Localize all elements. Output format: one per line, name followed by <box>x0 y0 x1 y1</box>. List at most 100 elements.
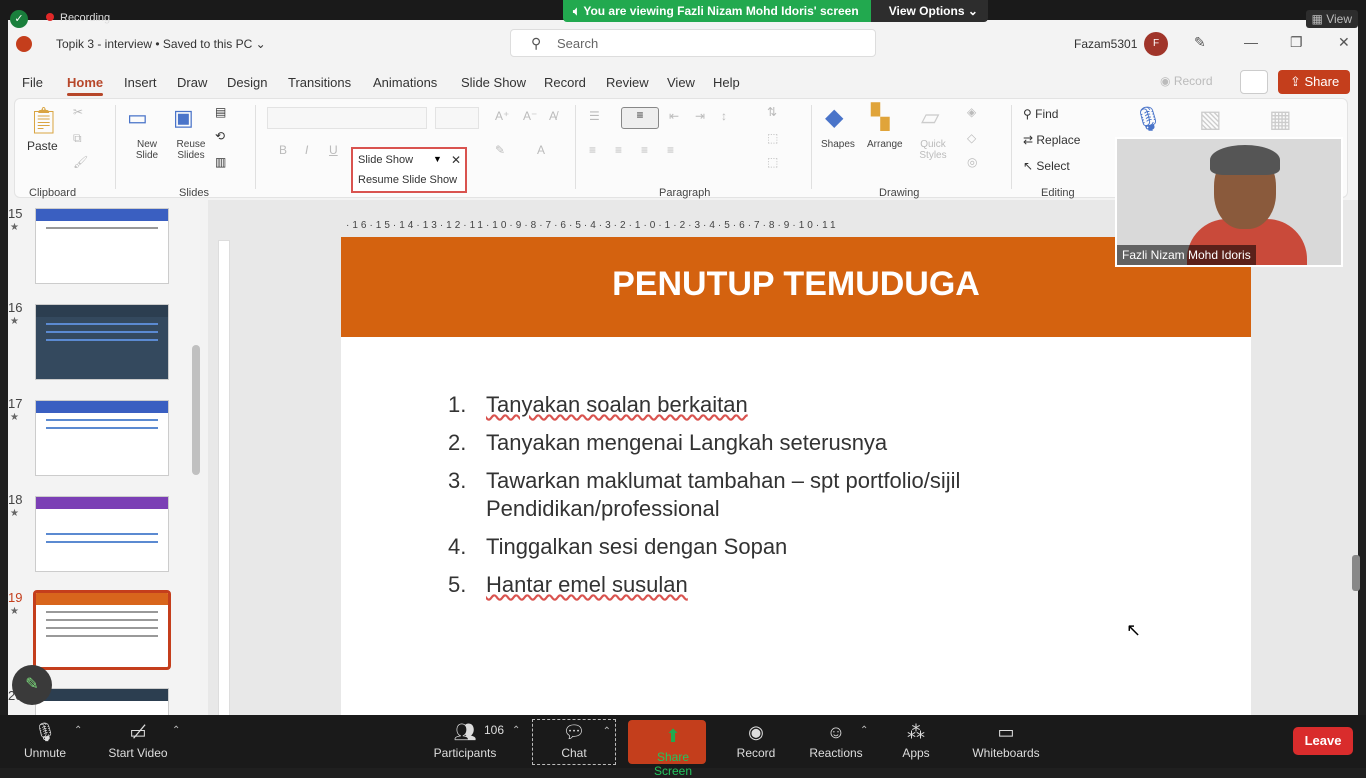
menu-animations[interactable]: Animations <box>373 75 437 90</box>
slide-title[interactable]: PENUTUP TEMUDUGA <box>341 265 1251 304</box>
menu-draw[interactable]: Draw <box>177 75 207 90</box>
restore-icon[interactable]: ❐ <box>1290 34 1303 51</box>
italic-button[interactable]: I <box>305 143 308 157</box>
cut-icon[interactable]: ✂ <box>73 105 83 119</box>
shape-outline-icon[interactable]: ◇ <box>967 131 976 145</box>
menu-view[interactable]: View <box>667 75 695 90</box>
search-input[interactable]: ⚲ Search <box>510 29 876 57</box>
menu-review[interactable]: Review <box>606 75 649 90</box>
shapes-button[interactable]: Shapes <box>821 139 855 150</box>
document-title[interactable]: Topik 3 - interview • Saved to this PC ⌄ <box>56 37 266 51</box>
numbering-icon[interactable]: ≡ <box>621 107 659 129</box>
align-text-icon[interactable]: ⬚ <box>767 131 778 145</box>
decrease-font-icon[interactable]: A⁻ <box>523 109 537 123</box>
highlight-icon[interactable]: ✎ <box>495 143 505 157</box>
increase-indent-icon[interactable]: ⇥ <box>695 109 705 123</box>
copy-icon[interactable]: ⧉ <box>73 131 82 146</box>
pen-icon[interactable]: ✎ <box>1194 34 1206 51</box>
bullets-icon[interactable]: ☰ <box>589 109 600 123</box>
record-button[interactable]: ◉ Record <box>1160 74 1213 88</box>
start-video-button[interactable]: ▭̸ Start Video <box>104 720 172 764</box>
slide-thumbnail-15[interactable] <box>35 208 169 284</box>
chat-button[interactable]: 💬︎ Chat ⌃ <box>532 719 616 765</box>
menu-insert[interactable]: Insert <box>124 75 157 90</box>
find-button[interactable]: ⚲ Find <box>1023 107 1058 121</box>
menu-design[interactable]: Design <box>227 75 267 90</box>
add-ins-icon[interactable]: ▦ <box>1269 105 1292 134</box>
designer-icon[interactable]: ▧ <box>1199 105 1222 134</box>
layout-icon[interactable]: ▤ <box>215 105 226 119</box>
close-icon[interactable]: ✕ <box>451 153 461 167</box>
align-center-icon[interactable]: ≡ <box>615 143 622 157</box>
align-right-icon[interactable]: ≡ <box>641 143 648 157</box>
menu-file[interactable]: File <box>22 75 43 90</box>
paste-icon[interactable]: 📋︎ <box>27 105 60 136</box>
slide-numbered-list[interactable]: 1. Tanyakan soalan berkaitan 2. Tanyakan m… <box>448 391 1068 609</box>
quick-styles-button[interactable]: Quick Styles <box>913 139 953 161</box>
audio-options-caret-icon[interactable]: ⌃ <box>74 725 82 736</box>
menu-record[interactable]: Record <box>544 75 586 90</box>
smartart-icon[interactable]: ⬚ <box>767 155 778 169</box>
close-icon[interactable]: ✕ <box>1338 34 1350 51</box>
menu-transitions[interactable]: Transitions <box>288 75 351 90</box>
user-name[interactable]: Fazam5301 <box>1074 37 1137 51</box>
participant-video-tile[interactable]: Fazli Nizam Mohd Idoris <box>1115 137 1343 267</box>
reactions-button[interactable]: ☺ Reactions <box>804 720 868 764</box>
resume-slideshow-button[interactable]: Resume Slide Show <box>358 174 457 186</box>
align-left-icon[interactable]: ≡ <box>589 143 596 157</box>
reuse-slides-button[interactable]: Reuse Slides <box>171 139 211 161</box>
video-options-caret-icon[interactable]: ⌃ <box>172 725 180 736</box>
menu-home[interactable]: Home <box>67 75 104 96</box>
view-options-button[interactable]: View Options ⌄ <box>870 0 988 22</box>
select-button[interactable]: ↖ Select <box>1023 159 1070 173</box>
reactions-caret-icon[interactable]: ⌃ <box>860 725 868 736</box>
slide-thumbnail-18[interactable] <box>35 496 169 572</box>
slideshow-popup-title[interactable]: Slide Show <box>358 154 413 166</box>
view-button[interactable]: ▦ View <box>1305 10 1358 28</box>
participants-caret-icon[interactable]: ⌃ <box>512 725 520 736</box>
participants-button[interactable]: 👥︎ 106 Participants <box>428 720 504 764</box>
slide-thumbnail-16[interactable] <box>35 304 169 380</box>
line-spacing-icon[interactable]: ↕ <box>721 109 727 123</box>
underline-button[interactable]: U <box>329 143 338 157</box>
slide-scrollbar[interactable] <box>1352 555 1360 591</box>
pencil-icon[interactable]: ✎ <box>12 665 52 705</box>
increase-font-icon[interactable]: A⁺ <box>495 109 509 123</box>
bold-button[interactable]: B <box>279 143 287 157</box>
slide-thumbnail-20[interactable] <box>35 688 169 715</box>
comments-button[interactable] <box>1240 70 1268 94</box>
share-button[interactable]: ⇪ Share ⌄ <box>1278 70 1350 105</box>
unmute-button[interactable]: 🎙︎ Unmute <box>20 720 70 764</box>
font-family-dropdown[interactable] <box>267 107 427 129</box>
current-slide[interactable]: PENUTUP TEMUDUGA 1. Tanyakan soalan berka… <box>341 237 1251 715</box>
shape-effects-icon[interactable]: ◎ <box>967 155 977 169</box>
arrange-button[interactable]: Arrange <box>867 139 903 150</box>
font-size-dropdown[interactable] <box>435 107 479 129</box>
slide-thumbnail-19[interactable] <box>33 590 171 670</box>
list-item[interactable]: 2. Tanyakan mengenai Langkah seterusnya <box>448 429 1068 457</box>
share-screen-button[interactable]: ⬆ Share Screen <box>628 720 706 778</box>
slide-thumbnail-17[interactable] <box>35 400 169 476</box>
text-direction-icon[interactable]: ⇅ <box>767 105 777 119</box>
menu-slide-show[interactable]: Slide Show <box>461 75 526 90</box>
list-item[interactable]: 3. Tawarkan maklumat tambahan – spt portf… <box>448 467 1068 523</box>
font-color-icon[interactable]: A <box>537 143 545 157</box>
chat-caret-icon[interactable]: ⌃ <box>603 726 611 737</box>
paste-button[interactable]: Paste <box>27 139 58 153</box>
decrease-indent-icon[interactable]: ⇤ <box>669 109 679 123</box>
new-slide-button[interactable]: New Slide <box>127 139 167 161</box>
leave-button[interactable]: Leave <box>1293 727 1353 755</box>
justify-icon[interactable]: ≡ <box>667 143 674 157</box>
whiteboards-button[interactable]: ▭ Whiteboards <box>966 720 1046 764</box>
minimize-icon[interactable]: — <box>1244 34 1258 50</box>
menu-help[interactable]: Help <box>713 75 740 90</box>
list-item[interactable]: 4. Tinggalkan sesi dengan Sopan <box>448 533 1068 561</box>
thumbnail-scrollbar[interactable] <box>192 345 200 475</box>
format-painter-icon[interactable]: 🖌︎ <box>73 155 88 169</box>
clear-formatting-icon[interactable]: A̸ <box>549 109 557 123</box>
security-shield-icon[interactable]: ✓ <box>10 10 28 28</box>
list-item[interactable]: 1. Tanyakan soalan berkaitan <box>448 391 1068 419</box>
replace-button[interactable]: ⇄ Replace <box>1023 133 1080 147</box>
apps-button[interactable]: ⁂ Apps <box>894 720 938 764</box>
avatar[interactable]: F <box>1144 32 1168 56</box>
